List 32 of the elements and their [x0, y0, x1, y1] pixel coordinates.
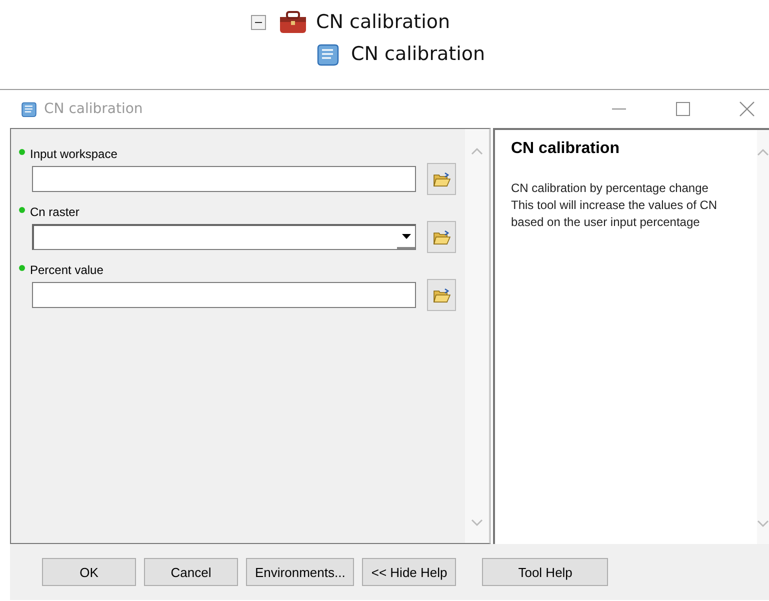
dialog-button[interactable]: Tool Help	[482, 558, 608, 586]
browse-button[interactable]	[427, 163, 456, 195]
help-title: CN calibration	[511, 140, 620, 158]
required-dot-icon	[19, 264, 25, 270]
dialog-button[interactable]: OK	[42, 558, 136, 586]
maximize-icon[interactable]	[675, 101, 691, 117]
folder-icon	[432, 172, 450, 186]
tree-item[interactable]: CN calibration	[316, 11, 450, 33]
parameter-label: Cn raster	[30, 205, 80, 219]
parameter-label: Input workspace	[30, 147, 118, 161]
required-dot-icon	[19, 206, 25, 212]
input-field[interactable]	[32, 166, 416, 192]
folder-icon	[432, 230, 450, 244]
collapse-toggle[interactable]	[251, 14, 266, 30]
parameter-label: Percent value	[30, 263, 104, 277]
folder-icon	[432, 288, 450, 302]
required-dot-icon	[19, 148, 25, 154]
browse-button[interactable]	[427, 279, 456, 311]
browse-button[interactable]	[427, 221, 456, 253]
dialog-button[interactable]: << Hide Help	[362, 558, 456, 586]
dropdown-arrow-icon	[402, 234, 410, 239]
toolbox-icon	[278, 9, 308, 35]
dialog-button[interactable]: Cancel	[144, 558, 238, 586]
help-text: based on the user input percentage	[511, 214, 701, 231]
help-text: This tool will increase the values of CN	[511, 197, 718, 214]
close-icon[interactable]	[739, 101, 755, 117]
dialog-button[interactable]: Environments...	[246, 558, 354, 586]
dropdown-field[interactable]	[32, 224, 416, 250]
input-field[interactable]	[32, 282, 416, 308]
window-title: CN calibration	[44, 101, 143, 117]
tree-item[interactable]: CN calibration	[351, 43, 486, 65]
help-text: CN calibration by percentage change	[511, 180, 710, 197]
